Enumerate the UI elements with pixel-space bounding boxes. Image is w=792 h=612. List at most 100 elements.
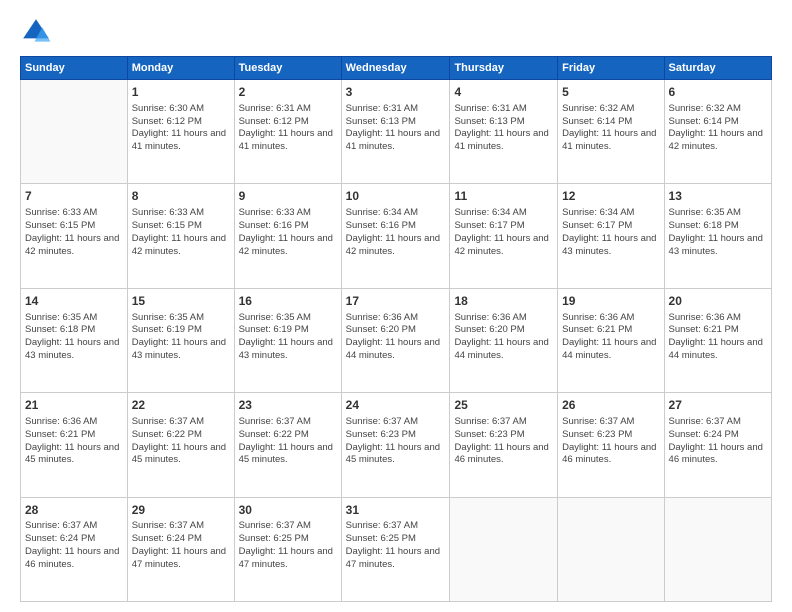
logo-icon	[20, 16, 52, 48]
day-info: Sunrise: 6:37 AM Sunset: 6:23 PM Dayligh…	[454, 416, 553, 467]
day-info: Sunrise: 6:36 AM Sunset: 6:20 PM Dayligh…	[346, 312, 446, 363]
calendar-week-row: 28Sunrise: 6:37 AM Sunset: 6:24 PM Dayli…	[21, 497, 772, 601]
calendar-cell: 28Sunrise: 6:37 AM Sunset: 6:24 PM Dayli…	[21, 497, 128, 601]
calendar-cell: 21Sunrise: 6:36 AM Sunset: 6:21 PM Dayli…	[21, 393, 128, 497]
day-number: 24	[346, 397, 446, 414]
day-number: 8	[132, 188, 230, 205]
day-info: Sunrise: 6:35 AM Sunset: 6:18 PM Dayligh…	[25, 312, 123, 363]
calendar-cell	[450, 497, 558, 601]
day-number: 19	[562, 293, 659, 310]
calendar-cell: 27 Sunrise: 6:37 AM Sunset: 6:24 PM Dayli…	[664, 393, 771, 497]
day-number: 20	[669, 293, 767, 310]
day-info: Sunrise: 6:31 AM Sunset: 6:13 PM Dayligh…	[346, 103, 446, 154]
day-number: 12	[562, 188, 659, 205]
day-number: 16	[239, 293, 337, 310]
calendar-week-row: 7 Sunrise: 6:33 AM Sunset: 6:15 PM Daylig…	[21, 184, 772, 288]
day-number: 25	[454, 397, 553, 414]
day-number: 31	[346, 502, 446, 519]
calendar-week-row: 14Sunrise: 6:35 AM Sunset: 6:18 PM Dayli…	[21, 288, 772, 392]
day-info: Sunrise: 6:35 AM Sunset: 6:19 PM Dayligh…	[132, 312, 230, 363]
calendar-cell: 29Sunrise: 6:37 AM Sunset: 6:24 PM Dayli…	[127, 497, 234, 601]
logo	[20, 16, 56, 48]
day-info: Sunrise: 6:37 AM Sunset: 6:24 PM Dayligh…	[669, 416, 767, 467]
calendar-cell: 11 Sunrise: 6:34 AM Sunset: 6:17 PM Dayli…	[450, 184, 558, 288]
day-number: 7	[25, 188, 123, 205]
day-number: 6	[669, 84, 767, 101]
day-number: 10	[346, 188, 446, 205]
day-info: Sunrise: 6:37 AM Sunset: 6:23 PM Dayligh…	[562, 416, 659, 467]
day-info: Sunrise: 6:31 AM Sunset: 6:13 PM Dayligh…	[454, 103, 553, 154]
calendar-cell: 1 Sunrise: 6:30 AM Sunset: 6:12 PM Daylig…	[127, 80, 234, 184]
day-number: 17	[346, 293, 446, 310]
page: SundayMondayTuesdayWednesdayThursdayFrid…	[0, 0, 792, 612]
day-info: Sunrise: 6:37 AM Sunset: 6:22 PM Dayligh…	[132, 416, 230, 467]
calendar-cell: 8 Sunrise: 6:33 AM Sunset: 6:15 PM Daylig…	[127, 184, 234, 288]
day-number: 15	[132, 293, 230, 310]
day-number: 9	[239, 188, 337, 205]
day-info: Sunrise: 6:37 AM Sunset: 6:24 PM Dayligh…	[132, 520, 230, 571]
calendar-cell: 23Sunrise: 6:37 AM Sunset: 6:22 PM Dayli…	[234, 393, 341, 497]
calendar-cell: 18 Sunrise: 6:36 AM Sunset: 6:20 PM Dayli…	[450, 288, 558, 392]
calendar-cell: 17 Sunrise: 6:36 AM Sunset: 6:20 PM Dayli…	[341, 288, 450, 392]
day-number: 11	[454, 188, 553, 205]
calendar-cell: 24Sunrise: 6:37 AM Sunset: 6:23 PM Dayli…	[341, 393, 450, 497]
calendar-cell: 12 Sunrise: 6:34 AM Sunset: 6:17 PM Dayli…	[558, 184, 664, 288]
calendar-cell: 19 Sunrise: 6:36 AM Sunset: 6:21 PM Dayli…	[558, 288, 664, 392]
day-number: 2	[239, 84, 337, 101]
day-info: Sunrise: 6:33 AM Sunset: 6:15 PM Dayligh…	[25, 207, 123, 258]
day-info: Sunrise: 6:37 AM Sunset: 6:25 PM Dayligh…	[346, 520, 446, 571]
day-number: 28	[25, 502, 123, 519]
day-info: Sunrise: 6:36 AM Sunset: 6:21 PM Dayligh…	[25, 416, 123, 467]
calendar-day-header: Thursday	[450, 57, 558, 80]
day-info: Sunrise: 6:37 AM Sunset: 6:24 PM Dayligh…	[25, 520, 123, 571]
calendar-cell	[21, 80, 128, 184]
day-number: 30	[239, 502, 337, 519]
calendar-cell: 2 Sunrise: 6:31 AM Sunset: 6:12 PM Daylig…	[234, 80, 341, 184]
calendar-week-row: 1 Sunrise: 6:30 AM Sunset: 6:12 PM Daylig…	[21, 80, 772, 184]
day-info: Sunrise: 6:35 AM Sunset: 6:19 PM Dayligh…	[239, 312, 337, 363]
calendar-cell: 15 Sunrise: 6:35 AM Sunset: 6:19 PM Dayli…	[127, 288, 234, 392]
calendar-cell	[664, 497, 771, 601]
day-number: 27	[669, 397, 767, 414]
calendar-cell: 16 Sunrise: 6:35 AM Sunset: 6:19 PM Dayli…	[234, 288, 341, 392]
day-number: 5	[562, 84, 659, 101]
day-info: Sunrise: 6:32 AM Sunset: 6:14 PM Dayligh…	[562, 103, 659, 154]
day-info: Sunrise: 6:34 AM Sunset: 6:17 PM Dayligh…	[562, 207, 659, 258]
day-info: Sunrise: 6:36 AM Sunset: 6:20 PM Dayligh…	[454, 312, 553, 363]
calendar-cell	[558, 497, 664, 601]
day-number: 1	[132, 84, 230, 101]
calendar-day-header: Tuesday	[234, 57, 341, 80]
calendar-header-row: SundayMondayTuesdayWednesdayThursdayFrid…	[21, 57, 772, 80]
calendar-cell: 26 Sunrise: 6:37 AM Sunset: 6:23 PM Dayli…	[558, 393, 664, 497]
calendar-cell: 5 Sunrise: 6:32 AM Sunset: 6:14 PM Daylig…	[558, 80, 664, 184]
calendar-cell: 10Sunrise: 6:34 AM Sunset: 6:16 PM Dayli…	[341, 184, 450, 288]
day-info: Sunrise: 6:31 AM Sunset: 6:12 PM Dayligh…	[239, 103, 337, 154]
calendar-cell: 3 Sunrise: 6:31 AM Sunset: 6:13 PM Daylig…	[341, 80, 450, 184]
day-info: Sunrise: 6:36 AM Sunset: 6:21 PM Dayligh…	[669, 312, 767, 363]
calendar-cell: 13Sunrise: 6:35 AM Sunset: 6:18 PM Dayli…	[664, 184, 771, 288]
calendar-day-header: Wednesday	[341, 57, 450, 80]
day-info: Sunrise: 6:33 AM Sunset: 6:16 PM Dayligh…	[239, 207, 337, 258]
calendar-day-header: Sunday	[21, 57, 128, 80]
day-number: 26	[562, 397, 659, 414]
day-info: Sunrise: 6:36 AM Sunset: 6:21 PM Dayligh…	[562, 312, 659, 363]
calendar-cell: 31Sunrise: 6:37 AM Sunset: 6:25 PM Dayli…	[341, 497, 450, 601]
day-info: Sunrise: 6:32 AM Sunset: 6:14 PM Dayligh…	[669, 103, 767, 154]
calendar-cell: 7 Sunrise: 6:33 AM Sunset: 6:15 PM Daylig…	[21, 184, 128, 288]
calendar-cell: 22Sunrise: 6:37 AM Sunset: 6:22 PM Dayli…	[127, 393, 234, 497]
day-info: Sunrise: 6:34 AM Sunset: 6:17 PM Dayligh…	[454, 207, 553, 258]
day-number: 4	[454, 84, 553, 101]
day-info: Sunrise: 6:37 AM Sunset: 6:22 PM Dayligh…	[239, 416, 337, 467]
calendar-cell: 30Sunrise: 6:37 AM Sunset: 6:25 PM Dayli…	[234, 497, 341, 601]
calendar-day-header: Friday	[558, 57, 664, 80]
day-number: 3	[346, 84, 446, 101]
day-number: 13	[669, 188, 767, 205]
day-info: Sunrise: 6:33 AM Sunset: 6:15 PM Dayligh…	[132, 207, 230, 258]
calendar-cell: 14Sunrise: 6:35 AM Sunset: 6:18 PM Dayli…	[21, 288, 128, 392]
day-info: Sunrise: 6:30 AM Sunset: 6:12 PM Dayligh…	[132, 103, 230, 154]
calendar-cell: 20 Sunrise: 6:36 AM Sunset: 6:21 PM Dayli…	[664, 288, 771, 392]
calendar-day-header: Saturday	[664, 57, 771, 80]
day-info: Sunrise: 6:37 AM Sunset: 6:25 PM Dayligh…	[239, 520, 337, 571]
day-number: 18	[454, 293, 553, 310]
calendar-cell: 25 Sunrise: 6:37 AM Sunset: 6:23 PM Dayli…	[450, 393, 558, 497]
